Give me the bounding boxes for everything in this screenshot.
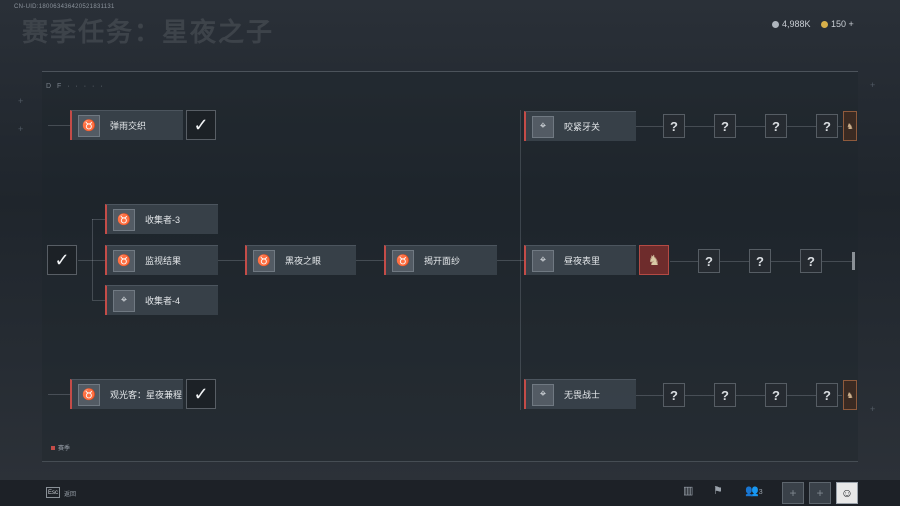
quest-node-b3[interactable]: ⌖ 收集者-4 <box>105 285 218 315</box>
grid-mark-icon: + <box>870 404 876 414</box>
crosshair-icon: ⌖ <box>532 115 554 138</box>
unknown-quest-icon[interactable]: ? <box>749 249 771 273</box>
taurus-icon: ♉ <box>113 249 135 272</box>
taurus-icon: ♉ <box>113 208 135 231</box>
unknown-quest-icon[interactable]: ? <box>714 114 736 138</box>
legend-label: 赛季 <box>58 446 71 452</box>
quest-node-label: 昼夜表里 <box>564 256 601 266</box>
add-slot-button[interactable]: + <box>809 482 831 504</box>
page-title: 赛季任务：星夜之子 <box>22 17 275 47</box>
completed-check-icon: ✓ <box>186 110 216 140</box>
back-label[interactable]: 返回 <box>64 489 76 498</box>
flag-icon[interactable]: ⚑ <box>713 484 723 497</box>
unknown-quest-icon[interactable]: ? <box>800 249 822 273</box>
quest-node-label: 弹雨交织 <box>110 121 147 131</box>
completed-check-icon: ✓ <box>186 379 216 409</box>
grid-mark-icon: + <box>18 124 24 134</box>
quest-node-b2[interactable]: ♉ 监视结果 <box>105 245 218 275</box>
bottom-bar <box>0 480 900 506</box>
reward-partial-icon[interactable]: ♞ <box>843 380 857 410</box>
currency-1: 4,988K <box>772 19 811 29</box>
currency-2[interactable]: 150 + <box>821 19 854 29</box>
unknown-quest-icon[interactable]: ? <box>816 114 838 138</box>
crosshair-icon: ⌖ <box>532 383 554 406</box>
team-icon[interactable]: 👥3 <box>745 484 763 497</box>
quest-node-label: 监视结果 <box>145 256 182 266</box>
grid-mark-icon: + <box>18 96 24 106</box>
quest-node-label: 收集者-3 <box>145 215 181 225</box>
legend: 赛季 <box>51 443 70 452</box>
quest-node-a1[interactable]: ♉ 弹雨交织 <box>70 110 183 140</box>
unknown-quest-icon[interactable]: ? <box>698 249 720 273</box>
quest-node-b1[interactable]: ♉ 收集者-3 <box>105 204 218 234</box>
esc-key-button[interactable]: Esc <box>46 487 60 498</box>
quest-node-label: 无畏战士 <box>564 390 601 400</box>
quest-node-d1[interactable]: ♉ 揭开面纱 <box>384 245 497 275</box>
people-icon: 👥 <box>745 485 759 497</box>
quest-node-label: 黑夜之眼 <box>285 256 322 266</box>
quest-node-label: 观光客：星夜兼程 <box>110 390 183 400</box>
reward-item-icon[interactable]: ♞ <box>639 245 669 275</box>
taurus-icon: ♉ <box>78 114 100 137</box>
player-uid: CN-UID:180063436420521831131 <box>14 4 115 10</box>
taurus-icon: ♉ <box>392 249 414 272</box>
quest-node-label: 收集者-4 <box>145 296 181 306</box>
panel-header: D F · · · · · <box>46 83 105 90</box>
quest-node-label: 揭开面纱 <box>424 256 461 266</box>
currency-1-value: 4,988K <box>782 19 811 29</box>
legend-swatch <box>51 445 55 450</box>
taurus-icon: ♉ <box>253 249 275 272</box>
unknown-quest-icon[interactable]: ? <box>663 114 685 138</box>
quest-node-a2[interactable]: ♉ 观光客：星夜兼程 <box>70 379 183 409</box>
quest-node-c1[interactable]: ♉ 黑夜之眼 <box>245 245 356 275</box>
unknown-quest-icon[interactable]: ? <box>663 383 685 407</box>
grid-mark-icon: + <box>870 80 876 90</box>
unknown-quest-icon[interactable]: ? <box>765 383 787 407</box>
scroll-edge-indicator <box>852 252 855 270</box>
avatar[interactable]: ☺ <box>836 482 858 504</box>
currency-2-value: 150 <box>831 19 847 29</box>
unknown-quest-icon[interactable]: ? <box>816 383 838 407</box>
taurus-icon: ♉ <box>78 383 100 406</box>
completed-check-icon: ✓ <box>47 245 77 275</box>
reward-partial-icon[interactable]: ♞ <box>843 111 857 141</box>
player-count: 3 <box>758 489 763 496</box>
unknown-quest-icon[interactable]: ? <box>765 114 787 138</box>
quest-node-e2[interactable]: ⌖ 昼夜表里 <box>524 245 636 275</box>
quest-node-e1[interactable]: ⌖ 咬紧牙关 <box>524 111 636 141</box>
gold-coin-icon <box>821 21 828 28</box>
add-slot-button[interactable]: + <box>782 482 804 504</box>
quest-node-label: 咬紧牙关 <box>564 122 601 132</box>
silver-coin-icon <box>772 21 779 28</box>
stats-icon[interactable]: ▥ <box>683 484 693 497</box>
currency-add-button[interactable]: + <box>849 19 854 29</box>
crosshair-icon: ⌖ <box>532 249 554 272</box>
quest-node-e3[interactable]: ⌖ 无畏战士 <box>524 379 636 409</box>
unknown-quest-icon[interactable]: ? <box>714 383 736 407</box>
crosshair-icon: ⌖ <box>113 289 135 312</box>
